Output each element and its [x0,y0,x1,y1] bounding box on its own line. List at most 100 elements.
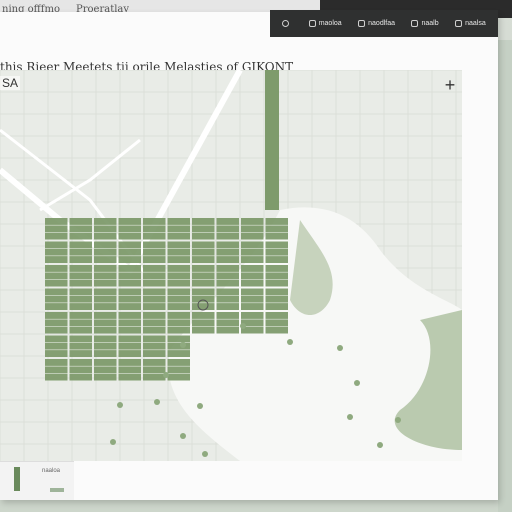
district-block [94,335,117,357]
district-block [143,335,166,357]
map-marker[interactable] [395,417,401,423]
district-block [94,241,117,263]
district-block [69,241,92,263]
map-marker[interactable] [197,403,203,409]
map-legend: naaloa [0,461,74,500]
toolbar-button-label: naalb [421,20,439,27]
district-block [192,288,215,310]
district-block [69,359,92,381]
district-block [118,288,141,310]
district-block [45,288,68,310]
district-block [216,265,239,287]
district-block [192,265,215,287]
district-block [143,218,166,240]
district-block [167,335,190,357]
district-block [216,241,239,263]
district-block [265,241,288,263]
district-block [216,218,239,240]
district-block [94,312,117,334]
legend-label: naaloa [42,468,61,474]
green-corridor [265,70,279,210]
map-canvas[interactable] [0,70,462,461]
district-block [143,312,166,334]
district-block [45,335,68,357]
district-block [94,265,117,287]
district-block [45,241,68,263]
legend-bar [50,488,64,492]
toolbar-button-1[interactable] [282,20,292,27]
district-block [192,312,215,334]
map-svg[interactable] [0,70,462,461]
toolbar-button-label: naodlfaa [368,20,395,27]
toolbar-button-label: maoloa [318,20,342,27]
map-marker[interactable] [180,433,186,439]
district-block [69,335,92,357]
district-block [143,359,166,381]
district-block [118,218,141,240]
district-block [167,218,190,240]
district-block [265,312,288,334]
district-block [94,218,117,240]
map-marker[interactable] [347,414,353,420]
district-block [118,265,141,287]
district-block [118,359,141,381]
district-block [69,288,92,310]
map-marker[interactable] [110,439,116,445]
district-block [192,241,215,263]
toolbar-button-2[interactable]: maoloa [308,20,342,27]
district-block [216,288,239,310]
district-block [167,265,190,287]
district-block [69,218,92,240]
district-block [241,288,264,310]
toolbar-button-5[interactable]: naalsa [455,20,486,27]
square-icon [308,20,316,27]
app-screen: ning offfmo Proeratlay this Rieer Meetet… [0,0,512,512]
map-marker[interactable] [354,380,360,386]
district-block [167,312,190,334]
map-marker[interactable] [240,323,246,329]
district-block [118,241,141,263]
district-block [45,359,68,381]
square-icon [358,20,366,27]
district-block [45,218,68,240]
map-toolbar: maoloa naodlfaa naalb naalsa [270,10,498,37]
district-block [143,288,166,310]
district-block [192,218,215,240]
district-block [118,335,141,357]
zoom-in-button[interactable]: + [440,76,460,96]
square-icon [411,20,419,27]
district-block [69,312,92,334]
map-marker[interactable] [117,402,123,408]
toolbar-button-4[interactable]: naalb [411,20,439,27]
square-icon [455,20,463,27]
district-block [265,218,288,240]
district-block [69,265,92,287]
district-block [265,288,288,310]
district-block [265,265,288,287]
map-marker[interactable] [154,399,160,405]
district-block [143,265,166,287]
circle-icon [282,20,290,27]
scale-label: SA [0,76,21,90]
district-block [241,218,264,240]
map-marker[interactable] [202,451,208,457]
map-marker[interactable] [180,342,186,348]
toolbar-button-3[interactable]: naodlfaa [358,20,395,27]
map-marker[interactable] [377,442,383,448]
district-block [143,241,166,263]
district-block [241,265,264,287]
district-block [94,288,117,310]
toolbar-button-label: naalsa [465,20,486,27]
map-marker[interactable] [337,345,343,351]
district-block [167,241,190,263]
district-block [118,312,141,334]
district-block [45,265,68,287]
district-block [241,312,264,334]
legend-swatch [14,467,20,491]
map-marker[interactable] [163,372,169,378]
district-block [167,288,190,310]
map-marker[interactable] [287,339,293,345]
district-block [94,359,117,381]
district-block [216,312,239,334]
district-block [45,312,68,334]
